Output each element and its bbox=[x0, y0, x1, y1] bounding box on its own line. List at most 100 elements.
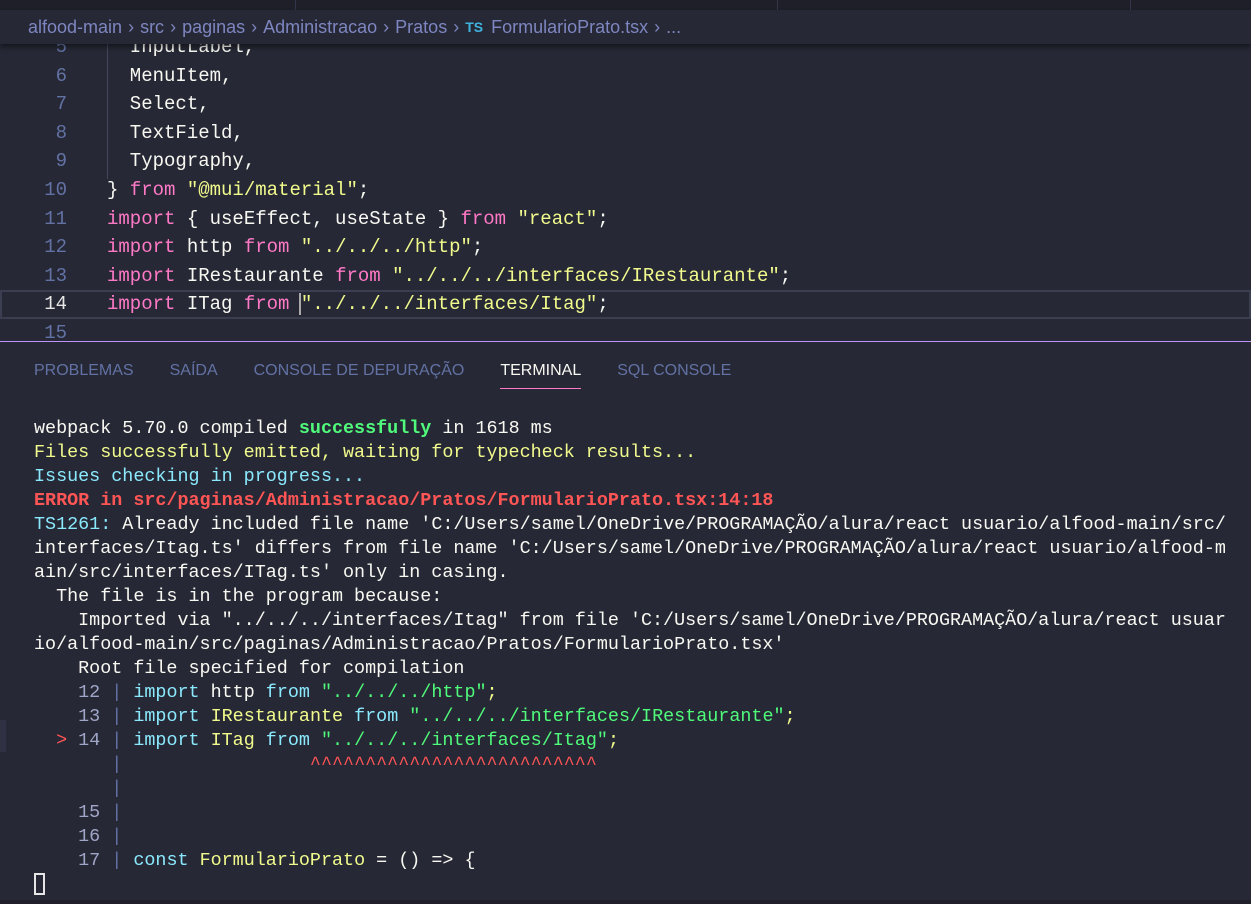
code-token: ITag bbox=[175, 293, 244, 316]
code-line[interactable]: 7 Select, bbox=[0, 90, 1251, 119]
terminal-token: Already included file name 'C:/Users/sam… bbox=[111, 514, 1226, 535]
code-token: from bbox=[335, 264, 381, 287]
code-line[interactable]: 12 import http from "../../../http"; bbox=[0, 233, 1251, 262]
line-number: 13 bbox=[44, 264, 67, 287]
breadcrumb-item[interactable]: paginas bbox=[182, 17, 245, 38]
terminal-token: | bbox=[111, 754, 123, 775]
terminal-token: | bbox=[111, 730, 123, 751]
tab-terminal[interactable]: TERMINAL bbox=[500, 356, 582, 389]
code-line[interactable]: 14 import ITag from "../../../interfaces/… bbox=[0, 290, 1251, 319]
terminal-token: ain/src/interfaces/ITag.ts' only in casi… bbox=[34, 562, 509, 583]
terminal-token: webpack 5.70.0 compiled bbox=[34, 418, 299, 439]
terminal-token: | bbox=[111, 802, 123, 823]
terminal-output[interactable]: webpack 5.70.0 compiled successfully in … bbox=[34, 417, 1226, 873]
code-token: import bbox=[107, 293, 176, 316]
breadcrumb-item[interactable]: alfood-main bbox=[28, 17, 122, 38]
code-token: ; bbox=[357, 179, 370, 201]
terminal-line: webpack 5.70.0 compiled successfully in … bbox=[34, 417, 1226, 441]
chevron-right-icon: › bbox=[654, 16, 661, 37]
terminal-token: Files successfully emitted, waiting for … bbox=[34, 442, 697, 463]
terminal-token: 14 bbox=[78, 730, 112, 751]
code-line[interactable]: 9 Typography, bbox=[0, 147, 1251, 176]
terminal-token: from bbox=[265, 682, 310, 703]
code-text: import http from "../../../http"; bbox=[107, 233, 483, 262]
terminal-token: 15 bbox=[34, 802, 112, 823]
terminal-token: ^^^^^^^^^^^^^^^^^^^^^^^^^^ bbox=[122, 754, 597, 775]
code-token: "@mui/material" bbox=[186, 179, 358, 201]
code-text: TextField, bbox=[107, 119, 244, 148]
line-number: 11 bbox=[44, 207, 67, 230]
code-token: from bbox=[243, 236, 290, 259]
breadcrumb-item[interactable]: Administracao bbox=[263, 17, 377, 38]
code-line[interactable]: 13 import IRestaurante from "../../../int… bbox=[0, 262, 1251, 291]
terminal-token: 12 bbox=[34, 682, 112, 703]
code-token: { useEffect, useState } bbox=[175, 207, 461, 230]
terminal-line: Imported via "../../../interfaces/Itag" … bbox=[34, 609, 1226, 633]
editor-tab-strip bbox=[0, 0, 1251, 10]
code-line[interactable]: 8 TextField, bbox=[0, 119, 1251, 148]
terminal-token: | bbox=[111, 682, 123, 703]
line-number: 9 bbox=[55, 150, 67, 173]
code-token: TextField, bbox=[107, 121, 244, 144]
code-text: import { useEffect, useState } from "rea… bbox=[107, 205, 609, 234]
code-token: ; bbox=[779, 264, 792, 287]
code-text: Typography, bbox=[107, 147, 255, 176]
breadcrumb-item[interactable]: Pratos bbox=[395, 17, 447, 38]
code-token: from bbox=[243, 293, 290, 316]
code-line[interactable]: 10 } from "@mui/material"; bbox=[0, 176, 1251, 205]
terminal-token: 17 bbox=[34, 850, 112, 871]
tab-separator bbox=[1130, 0, 1131, 10]
code-token: ; bbox=[597, 207, 609, 230]
terminal-token: FormularioPrato bbox=[188, 850, 377, 871]
tab-problemas[interactable]: PROBLEMAS bbox=[34, 356, 134, 388]
code-token: "../../../http" bbox=[300, 236, 472, 259]
line-number: 14 bbox=[44, 293, 67, 316]
panel-divider[interactable] bbox=[0, 341, 1251, 342]
terminal-token: successfully bbox=[298, 418, 432, 439]
terminal-token: | bbox=[111, 826, 123, 847]
code-token: import bbox=[107, 236, 176, 259]
code-text: } from "@mui/material"; bbox=[107, 176, 369, 205]
tab-sa-da[interactable]: SAÍDA bbox=[170, 356, 218, 388]
code-line[interactable]: 11 import { useEffect, useState } from "r… bbox=[0, 205, 1251, 234]
terminal-token: 13 bbox=[34, 706, 112, 727]
code-line[interactable]: 6 MenuItem, bbox=[0, 62, 1251, 91]
line-number: 8 bbox=[55, 121, 67, 144]
line-number: 10 bbox=[44, 179, 67, 201]
terminal-token: | bbox=[111, 706, 123, 727]
tab-console-de-depura-o[interactable]: CONSOLE DE DEPURAÇÃO bbox=[254, 356, 465, 388]
terminal-token: | bbox=[111, 850, 123, 871]
code-token: import bbox=[107, 207, 176, 230]
breadcrumb-more[interactable]: ... bbox=[666, 17, 681, 38]
line-number: 15 bbox=[44, 322, 67, 341]
terminal-line: 15 | bbox=[34, 801, 1226, 825]
terminal-line: | bbox=[34, 777, 1226, 801]
terminal-line: 17 | const FormularioPrato = () => { bbox=[34, 849, 1226, 873]
terminal-token: ; bbox=[784, 706, 796, 727]
chevron-right-icon: › bbox=[170, 16, 177, 37]
terminal-line: ain/src/interfaces/ITag.ts' only in casi… bbox=[34, 561, 1226, 585]
code-editor[interactable]: 5 InputLabel, 6 MenuItem, 7 Select, 8 TextF… bbox=[0, 33, 1251, 341]
terminal-token: The file is in the program because: bbox=[34, 586, 443, 607]
terminal-token: "../../../http" bbox=[309, 682, 487, 703]
code-token: } bbox=[107, 179, 130, 201]
code-line[interactable]: 15 bbox=[0, 319, 1251, 341]
terminal-cursor bbox=[34, 873, 45, 895]
line-number: 6 bbox=[55, 64, 67, 87]
chevron-right-icon: › bbox=[128, 16, 135, 37]
tab-sql-console[interactable]: SQL CONSOLE bbox=[617, 356, 731, 388]
code-token: from bbox=[460, 207, 507, 230]
breadcrumb-file[interactable]: FormularioPrato.tsx bbox=[491, 17, 648, 38]
terminal-line: Files successfully emitted, waiting for … bbox=[34, 441, 1226, 465]
terminal-token: from bbox=[354, 706, 399, 727]
chevron-right-icon: › bbox=[453, 16, 460, 37]
terminal-token: Root file specified for compilation bbox=[34, 658, 465, 679]
chevron-right-icon: › bbox=[251, 16, 258, 37]
terminal-line: ERROR in src/paginas/Administracao/Prato… bbox=[34, 489, 1226, 513]
terminal-line: Root file specified for compilation bbox=[34, 657, 1226, 681]
breadcrumb-item[interactable]: src bbox=[140, 17, 164, 38]
terminal-token: > bbox=[34, 730, 79, 751]
